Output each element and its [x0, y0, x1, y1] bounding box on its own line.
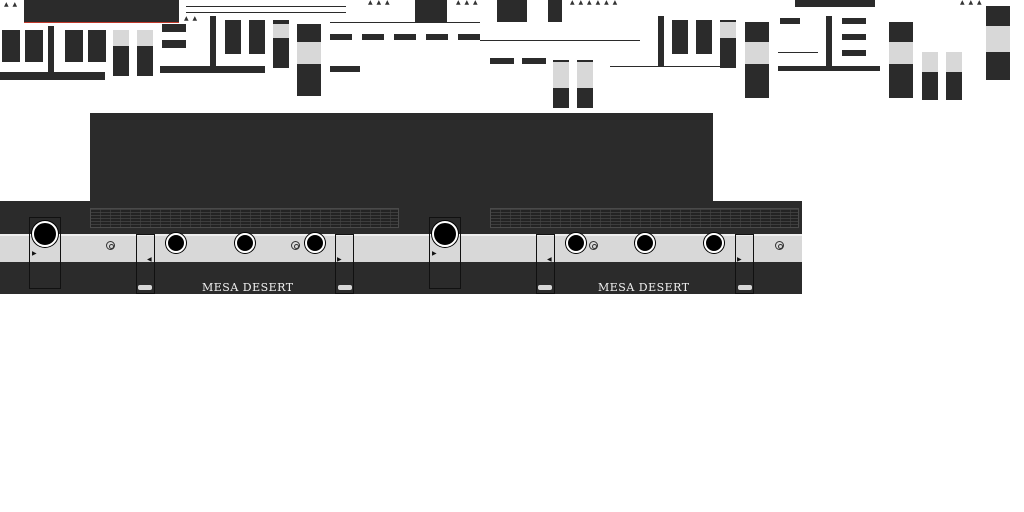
atlas-block	[225, 20, 241, 54]
atlas-chip	[780, 18, 800, 24]
arrow-up-glyph: ▲ ▲ ▲	[456, 0, 479, 6]
atlas-fader-cap	[137, 30, 153, 46]
atlas-block	[672, 20, 688, 54]
atlas-line	[778, 52, 818, 53]
control-stripe	[0, 234, 802, 262]
atlas-line	[186, 6, 346, 7]
knob-icon[interactable]	[635, 233, 655, 253]
arrow-up-glyph: ▲ ▲	[184, 15, 199, 22]
atlas-block	[249, 20, 265, 54]
atlas-chip	[842, 18, 866, 24]
atlas-chip	[490, 58, 514, 64]
arrow-up-glyph: ▲ ▲ ▲ ▲ ▲ ▲	[570, 0, 619, 6]
atlas-fader-cap	[889, 42, 913, 64]
atlas-line	[330, 22, 480, 23]
atlas-bar	[795, 0, 875, 7]
foot-icon	[138, 285, 152, 290]
atlas-dark-square	[497, 0, 527, 22]
vent-grille-left	[90, 208, 399, 228]
atlas-fader-cap	[946, 52, 962, 72]
jack-icon[interactable]	[775, 241, 784, 250]
atlas-fader-cap	[720, 22, 736, 38]
arrow-up-glyph: ▲ ▲ ▲	[960, 0, 983, 6]
jack-icon[interactable]	[291, 241, 300, 250]
knob-icon[interactable]	[566, 233, 586, 253]
amp-panel: ▶ ◀ ▶ MESA DESERT ▶ ◀ ▶ MESA DESERT	[0, 113, 802, 294]
atlas-chip	[394, 34, 416, 40]
master-knob-left[interactable]	[32, 221, 58, 247]
play-arrow-icon: ▶	[32, 250, 37, 257]
jack-icon[interactable]	[589, 241, 598, 250]
atlas-bar	[160, 66, 265, 73]
arrow-up-glyph: ▲ ▲ ▲	[368, 0, 391, 6]
atlas-line	[186, 12, 346, 13]
atlas-chip	[842, 50, 866, 56]
master-knob-right[interactable]	[432, 221, 458, 247]
atlas-chip	[330, 34, 352, 40]
atlas-tab	[162, 40, 186, 48]
atlas-block	[658, 16, 664, 66]
atlas-block	[65, 30, 83, 62]
atlas-chip	[426, 34, 448, 40]
atlas-fader-cap	[113, 30, 129, 46]
atlas-dark-bar	[24, 0, 179, 22]
atlas-dark-square	[415, 0, 447, 22]
atlas-fader-cap	[986, 26, 1010, 52]
brand-label-left: MESA DESERT	[202, 281, 294, 294]
play-arrow-icon: ▶	[432, 250, 437, 257]
vent-grille-right	[490, 208, 799, 228]
atlas-bar	[0, 72, 105, 80]
atlas-line	[480, 40, 640, 41]
atlas-block	[826, 16, 832, 66]
atlas-block	[210, 16, 216, 66]
knob-icon[interactable]	[704, 233, 724, 253]
knob-icon[interactable]	[305, 233, 325, 253]
arrow-up-glyph: ▲ ▲	[4, 1, 19, 8]
atlas-block	[25, 30, 43, 62]
atlas-block	[48, 26, 54, 74]
knob-icon[interactable]	[235, 233, 255, 253]
atlas-chip	[458, 34, 480, 40]
brand-label-right: MESA DESERT	[598, 281, 690, 294]
amp-top-case	[90, 113, 713, 201]
atlas-dark-square	[548, 0, 562, 22]
atlas-red-line	[24, 22, 179, 23]
atlas-chip	[330, 66, 360, 72]
atlas-tab	[162, 24, 186, 32]
amp-front-panel: ▶ ◀ ▶ MESA DESERT ▶ ◀ ▶ MESA DESERT	[0, 201, 802, 294]
play-arrow-icon: ▶	[337, 256, 342, 263]
sprite-atlas: ▲ ▲ ▲ ▲ ▲ ▲ ▲ ▲ ▲ ▲ ▲ ▲ ▲ ▲ ▲ ▲ ▲ ▲ ▲	[0, 0, 1024, 110]
atlas-fader-cap	[553, 62, 569, 88]
atlas-fader-cap	[273, 24, 289, 38]
foot-icon	[538, 285, 552, 290]
atlas-block	[696, 20, 712, 54]
atlas-chip	[362, 34, 384, 40]
atlas-fader-cap	[922, 52, 938, 72]
jack-icon[interactable]	[106, 241, 115, 250]
knob-icon[interactable]	[166, 233, 186, 253]
atlas-chip	[522, 58, 546, 64]
atlas-block	[2, 30, 20, 62]
arrow-left-icon: ◀	[147, 256, 152, 263]
atlas-chip	[842, 34, 866, 40]
play-arrow-icon: ▶	[737, 256, 742, 263]
atlas-bar	[778, 66, 880, 71]
foot-icon	[738, 285, 752, 290]
atlas-block	[88, 30, 106, 62]
arrow-left-icon: ◀	[547, 256, 552, 263]
atlas-fader-cap	[577, 62, 593, 88]
atlas-fader-cap	[297, 42, 321, 64]
atlas-line	[610, 66, 720, 67]
atlas-fader-cap	[745, 42, 769, 64]
foot-icon	[338, 285, 352, 290]
